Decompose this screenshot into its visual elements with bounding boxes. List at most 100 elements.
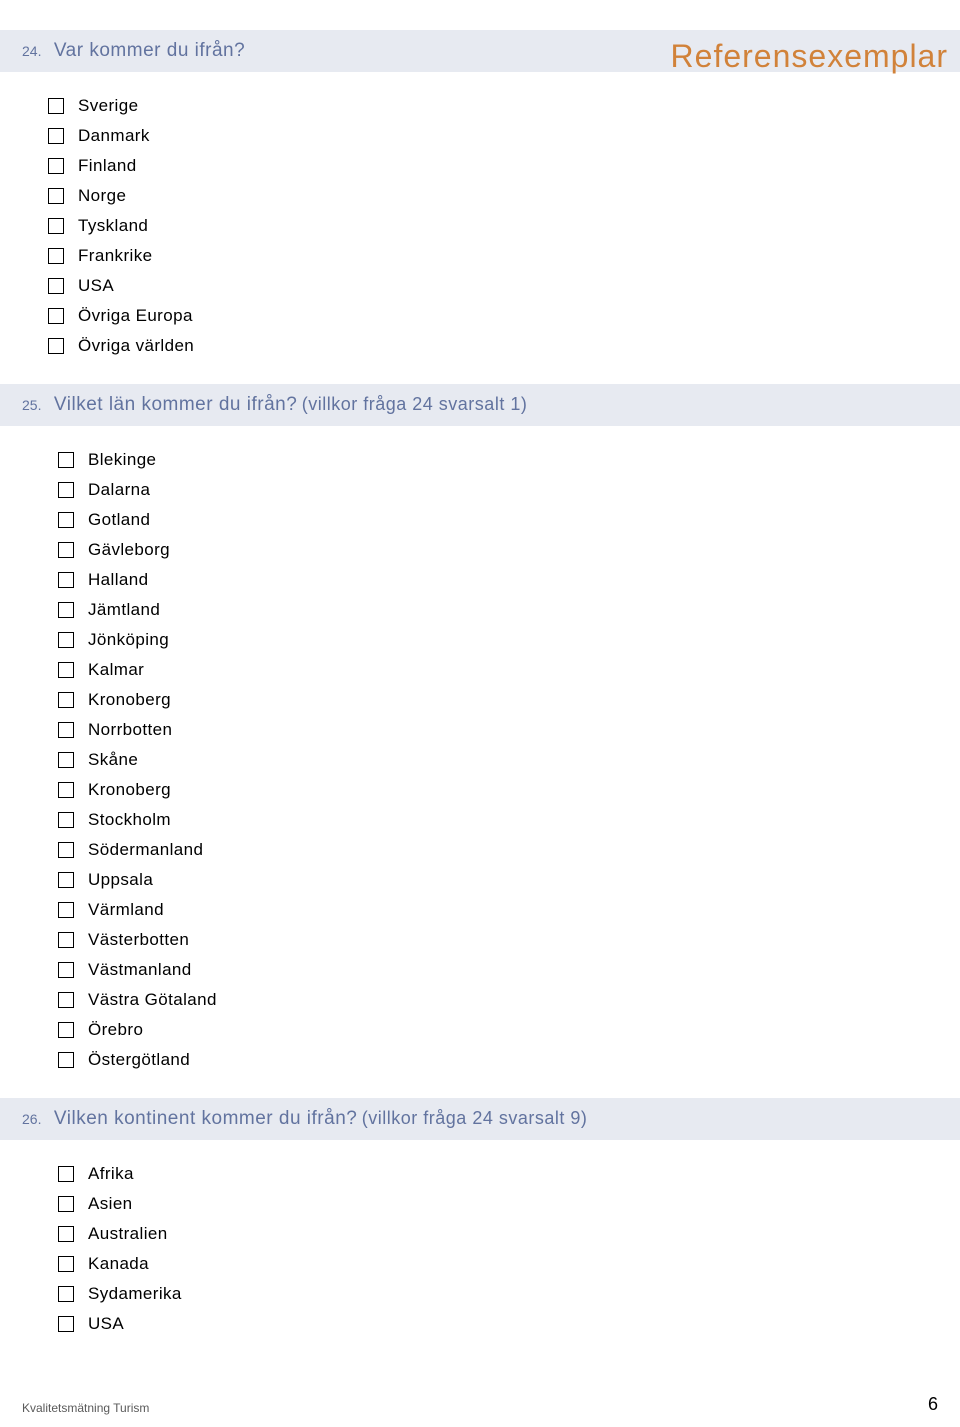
checkbox-icon[interactable]: [58, 632, 74, 648]
option-label: Finland: [78, 156, 137, 176]
checkbox-option[interactable]: Södermanland: [58, 840, 960, 860]
checkbox-icon[interactable]: [58, 482, 74, 498]
checkbox-icon[interactable]: [58, 1166, 74, 1182]
checkbox-option[interactable]: Australien: [58, 1224, 960, 1244]
checkbox-icon[interactable]: [58, 452, 74, 468]
checkbox-icon[interactable]: [58, 1256, 74, 1272]
checkbox-option[interactable]: Sverige: [48, 96, 960, 116]
checkbox-icon[interactable]: [58, 722, 74, 738]
checkbox-option[interactable]: Gotland: [58, 510, 960, 530]
option-label: USA: [88, 1314, 124, 1334]
checkbox-option[interactable]: Övriga världen: [48, 336, 960, 356]
checkbox-option[interactable]: Finland: [48, 156, 960, 176]
checkbox-icon[interactable]: [58, 1316, 74, 1332]
checkbox-option[interactable]: Västmanland: [58, 960, 960, 980]
checkbox-icon[interactable]: [48, 128, 64, 144]
question-25-text: Vilket län kommer du ifrån?: [54, 394, 297, 415]
checkbox-icon[interactable]: [58, 542, 74, 558]
option-label: Kronoberg: [88, 780, 171, 800]
checkbox-option[interactable]: Halland: [58, 570, 960, 590]
footer-title: Kvalitetsmätning Turism: [22, 1401, 149, 1415]
option-label: Jämtland: [88, 600, 160, 620]
checkbox-option[interactable]: Kanada: [58, 1254, 960, 1274]
checkbox-icon[interactable]: [58, 872, 74, 888]
option-label: Örebro: [88, 1020, 143, 1040]
checkbox-icon[interactable]: [58, 572, 74, 588]
checkbox-option[interactable]: Värmland: [58, 900, 960, 920]
checkbox-icon[interactable]: [58, 662, 74, 678]
checkbox-option[interactable]: Danmark: [48, 126, 960, 146]
checkbox-option[interactable]: Afrika: [58, 1164, 960, 1184]
checkbox-option[interactable]: Uppsala: [58, 870, 960, 890]
checkbox-option[interactable]: Kronoberg: [58, 690, 960, 710]
page-footer: Kvalitetsmätning Turism 6: [22, 1394, 938, 1415]
checkbox-icon[interactable]: [58, 782, 74, 798]
checkbox-option[interactable]: Blekinge: [58, 450, 960, 470]
option-label: Jönköping: [88, 630, 169, 650]
checkbox-icon[interactable]: [58, 692, 74, 708]
checkbox-icon[interactable]: [48, 188, 64, 204]
checkbox-option[interactable]: USA: [48, 276, 960, 296]
checkbox-option[interactable]: Frankrike: [48, 246, 960, 266]
checkbox-icon[interactable]: [48, 218, 64, 234]
checkbox-icon[interactable]: [58, 842, 74, 858]
checkbox-option[interactable]: Stockholm: [58, 810, 960, 830]
checkbox-option[interactable]: Norge: [48, 186, 960, 206]
checkbox-option[interactable]: Kalmar: [58, 660, 960, 680]
checkbox-option[interactable]: Västerbotten: [58, 930, 960, 950]
checkbox-icon[interactable]: [58, 902, 74, 918]
checkbox-icon[interactable]: [48, 248, 64, 264]
option-label: Övriga världen: [78, 336, 194, 356]
checkbox-option[interactable]: Jönköping: [58, 630, 960, 650]
question-25-number: 25.: [22, 397, 41, 413]
checkbox-option[interactable]: Norrbotten: [58, 720, 960, 740]
option-label: Östergötland: [88, 1050, 190, 1070]
question-26-condition: (villkor fråga 24 svarsalt 9): [362, 1108, 588, 1128]
checkbox-icon[interactable]: [48, 308, 64, 324]
checkbox-option[interactable]: Sydamerika: [58, 1284, 960, 1304]
option-label: Västra Götaland: [88, 990, 217, 1010]
checkbox-icon[interactable]: [58, 992, 74, 1008]
checkbox-icon[interactable]: [58, 1286, 74, 1302]
question-26-bar: 26. Vilken kontinent kommer du ifrån? (v…: [0, 1098, 960, 1140]
option-label: Danmark: [78, 126, 150, 146]
checkbox-option[interactable]: Västra Götaland: [58, 990, 960, 1010]
checkbox-icon[interactable]: [58, 932, 74, 948]
checkbox-option[interactable]: Övriga Europa: [48, 306, 960, 326]
checkbox-option[interactable]: Tyskland: [48, 216, 960, 236]
option-label: Kanada: [88, 1254, 149, 1274]
footer-page-number: 6: [928, 1394, 938, 1415]
checkbox-option[interactable]: Örebro: [58, 1020, 960, 1040]
checkbox-option[interactable]: Asien: [58, 1194, 960, 1214]
checkbox-icon[interactable]: [58, 1022, 74, 1038]
checkbox-option[interactable]: Skåne: [58, 750, 960, 770]
checkbox-option[interactable]: Östergötland: [58, 1050, 960, 1070]
checkbox-icon[interactable]: [58, 602, 74, 618]
checkbox-icon[interactable]: [58, 1226, 74, 1242]
checkbox-icon[interactable]: [58, 1196, 74, 1212]
checkbox-icon[interactable]: [58, 812, 74, 828]
question-24-text: Var kommer du ifrån?: [54, 40, 245, 61]
checkbox-icon[interactable]: [58, 1052, 74, 1068]
checkbox-option[interactable]: Gävleborg: [58, 540, 960, 560]
option-label: Frankrike: [78, 246, 152, 266]
option-label: Uppsala: [88, 870, 153, 890]
option-label: Södermanland: [88, 840, 203, 860]
checkbox-icon[interactable]: [58, 752, 74, 768]
checkbox-option[interactable]: Jämtland: [58, 600, 960, 620]
checkbox-option[interactable]: Kronoberg: [58, 780, 960, 800]
checkbox-icon[interactable]: [58, 512, 74, 528]
option-label: Övriga Europa: [78, 306, 193, 326]
question-24-options: Sverige Danmark Finland Norge Tyskland Frankr…: [0, 72, 960, 384]
checkbox-option[interactable]: USA: [58, 1314, 960, 1334]
checkbox-option[interactable]: Dalarna: [58, 480, 960, 500]
checkbox-icon[interactable]: [58, 962, 74, 978]
option-label: Afrika: [88, 1164, 134, 1184]
checkbox-icon[interactable]: [48, 278, 64, 294]
option-label: Norge: [78, 186, 126, 206]
checkbox-icon[interactable]: [48, 158, 64, 174]
question-24-number: 24.: [22, 43, 41, 59]
checkbox-icon[interactable]: [48, 338, 64, 354]
option-label: Värmland: [88, 900, 164, 920]
checkbox-icon[interactable]: [48, 98, 64, 114]
